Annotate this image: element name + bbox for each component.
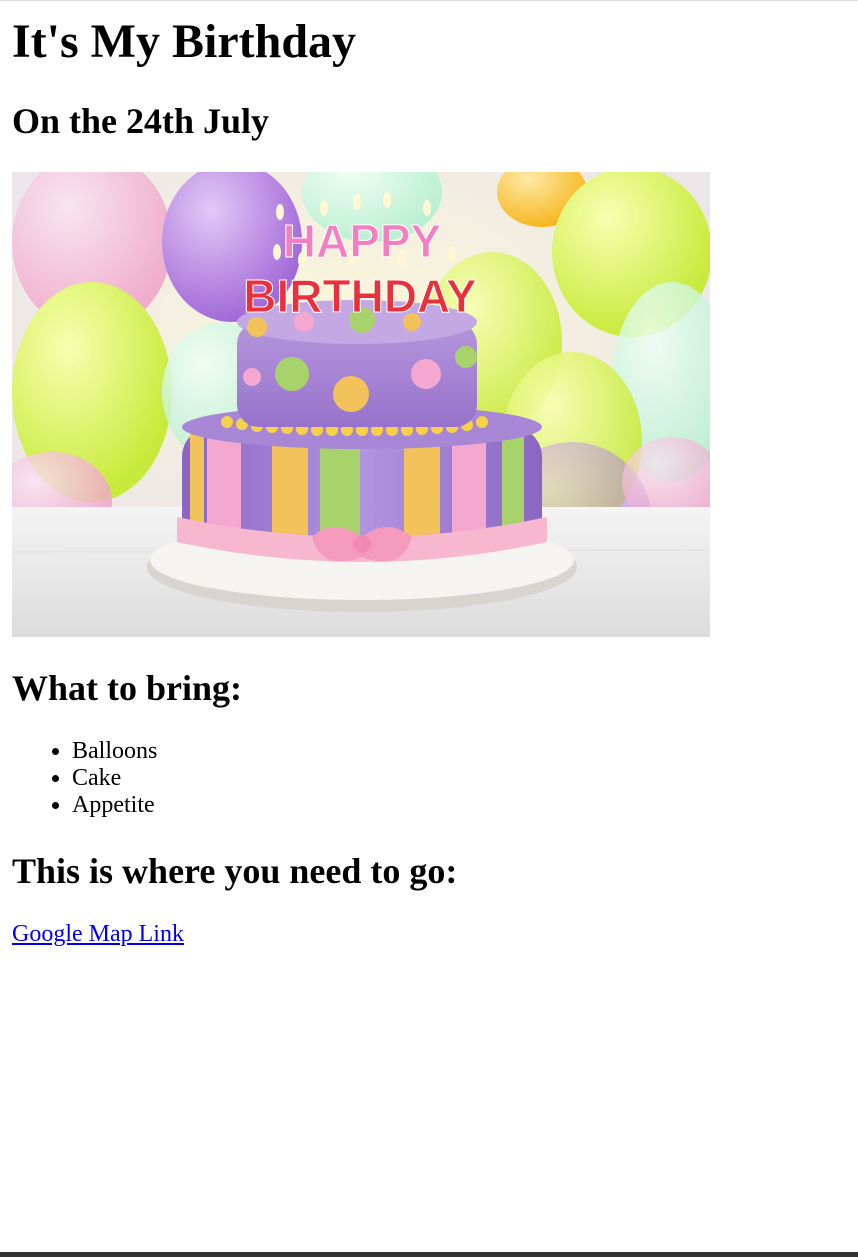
page-subtitle: On the 24th July: [12, 101, 270, 141]
svg-text:HAPPY: HAPPY: [283, 215, 441, 267]
list-item: Cake: [72, 765, 157, 792]
list-item: Balloons: [72, 738, 157, 765]
birthday-cake-image: HAPPY BIRTHDAY: [12, 172, 710, 637]
window-bottom-edge: [0, 1252, 858, 1257]
location-heading: This is where you need to go:: [12, 851, 458, 891]
what-to-bring-heading: What to bring:: [12, 668, 243, 708]
list-item: Appetite: [72, 792, 157, 819]
svg-text:BIRTHDAY: BIRTHDAY: [243, 270, 476, 322]
window-top-border: [0, 0, 858, 1]
bring-list: Balloons Cake Appetite: [72, 738, 157, 819]
page-title: It's My Birthday: [12, 15, 357, 68]
google-map-link[interactable]: Google Map Link: [12, 920, 184, 948]
